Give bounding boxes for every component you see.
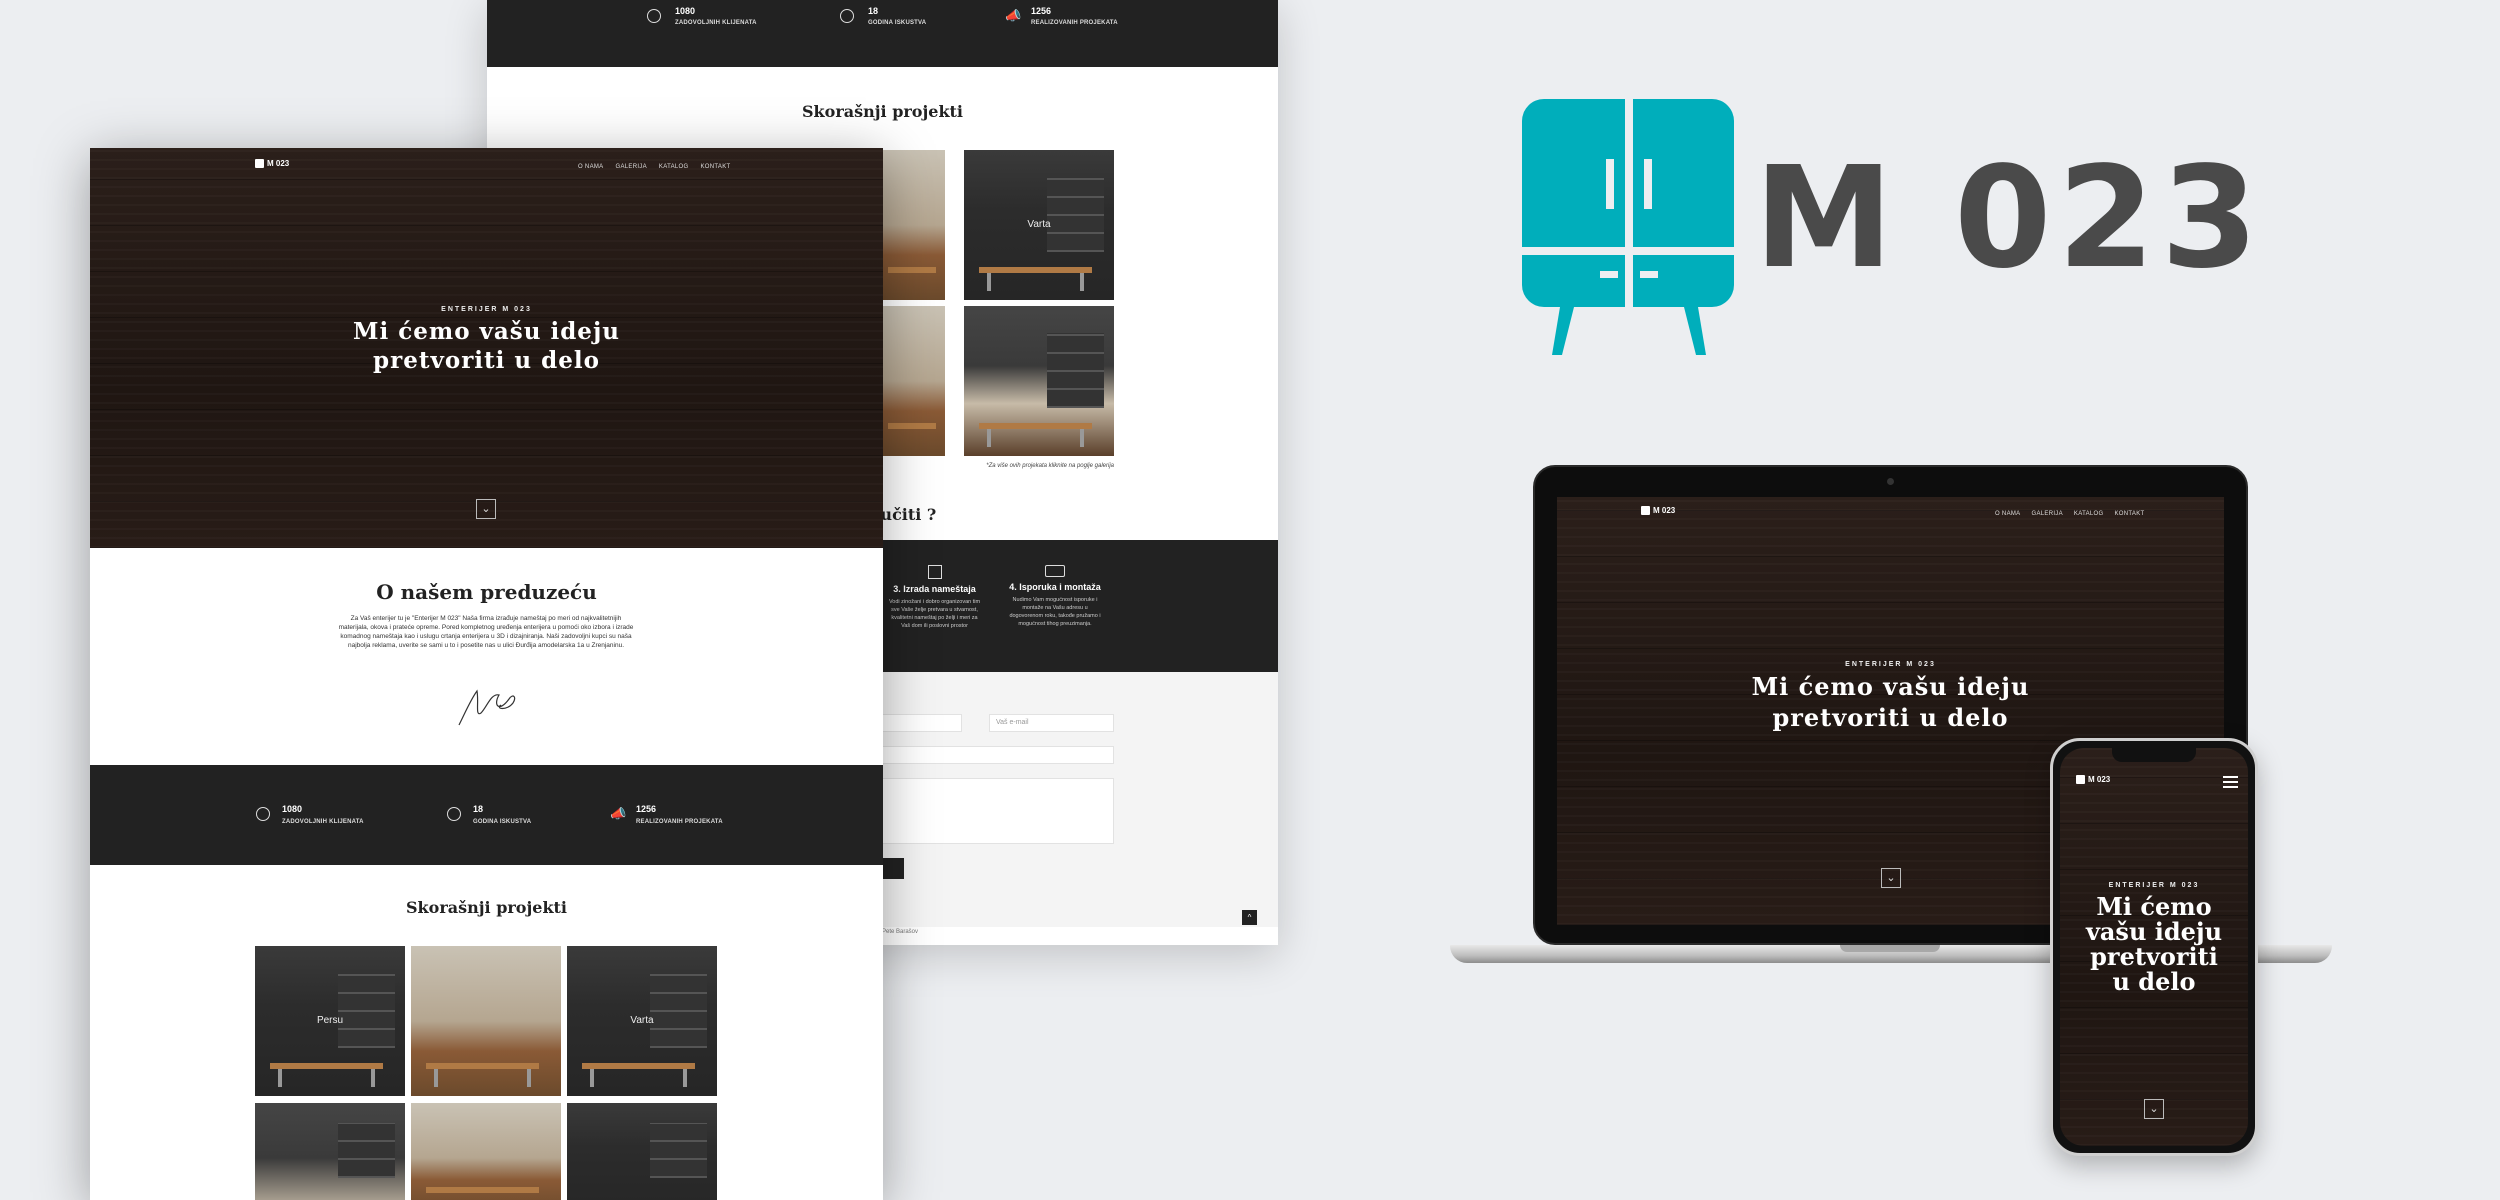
project-thumb[interactable] <box>411 946 561 1096</box>
nav-item-contact[interactable]: KONTAKT <box>2114 511 2144 517</box>
hero-eyebrow: ENTERIJER M 023 <box>2108 882 2200 889</box>
main-nav: O NAMA GALERIJA KATALOG KONTAKT <box>1995 511 2144 517</box>
project-thumb[interactable] <box>567 1103 717 1200</box>
logo-text: M 023 <box>267 159 290 168</box>
hero-title-line2: pretvoriti u delo <box>1772 703 2009 732</box>
camera-dot <box>1887 478 1894 485</box>
phone-notch <box>2112 748 2196 762</box>
hero-title-line3: pretvoriti <box>2090 942 2218 971</box>
nav-item-catalog[interactable]: KATALOG <box>2074 511 2104 517</box>
projects-title: Skorašnji projekti <box>406 898 567 917</box>
footer-credit: Pete Barašov <box>882 929 919 935</box>
project-thumb[interactable] <box>882 150 945 300</box>
order-step-4: 4. Isporuka i montaža Nudimo Vam mogućno… <box>1005 565 1105 628</box>
site-logo[interactable]: M 023 <box>2076 775 2110 784</box>
nav-item-about[interactable]: O NAMA <box>1995 511 2020 517</box>
project-caption: Varta <box>1027 219 1051 230</box>
order-step-3: 3. Izrada nameštaja Vodi zinožani i dobr… <box>887 565 982 630</box>
stat-label: ZADOVOLJNIH KLIJENATA <box>675 20 757 26</box>
name-input[interactable] <box>877 714 962 732</box>
nav-item-about[interactable]: O NAMA <box>578 164 603 170</box>
clock-icon <box>447 807 461 821</box>
phone-mockup: M 023 ENTERIJER M 023 Mi ćemo vašu ideju… <box>2050 738 2258 1156</box>
project-thumb[interactable]: Varta <box>567 946 717 1096</box>
signature-image <box>455 683 525 736</box>
stat-number: 1080 <box>282 804 303 814</box>
megaphone-icon: 📣 <box>610 806 627 821</box>
project-thumb[interactable]: Persu <box>255 946 405 1096</box>
wardrobe-logo-icon <box>1522 99 1734 355</box>
about-title: O našem preduzeću <box>376 580 597 604</box>
hero-eyebrow: ENTERIJER M 023 <box>441 306 532 313</box>
hero-section: M 023 O NAMA GALERIJA KATALOG KONTAKT EN… <box>90 148 883 548</box>
stats-band: 1080 ZADOVOLJNIH KLIJENATA 18 GODINA ISK… <box>487 0 1278 67</box>
stat-label: GODINA ISKUSTVA <box>473 819 532 825</box>
stat-number: 1256 <box>1031 6 1052 16</box>
email-input[interactable]: Vaš e-mail <box>989 714 1114 732</box>
hero-title-line1: Mi ćemo vašu ideju <box>353 318 620 345</box>
projects-title: Skorašnji projekti <box>802 102 963 121</box>
project-thumb[interactable] <box>411 1103 561 1200</box>
phone-screen: M 023 ENTERIJER M 023 Mi ćemo vašu ideju… <box>2060 748 2248 1146</box>
truck-icon <box>1045 565 1065 577</box>
project-thumb[interactable] <box>964 306 1114 456</box>
stat-number: 1256 <box>636 804 657 814</box>
hero-title-line4: u delo <box>2112 967 2196 996</box>
about-text: Za Vaš enterijer tu je "Enterijer M 023"… <box>338 615 634 649</box>
scroll-down-button[interactable]: ⌄ <box>2144 1099 2164 1119</box>
logo-text: M 023 <box>2088 775 2111 784</box>
wardrobe-logo-icon <box>1641 506 1650 515</box>
scroll-down-button[interactable]: ⌄ <box>476 499 496 519</box>
subject-input[interactable] <box>877 746 1114 764</box>
nav-item-gallery[interactable]: GALERIJA <box>615 164 646 170</box>
brand-logo: M 023 <box>1520 97 2320 359</box>
site-logo[interactable]: M 023 <box>1641 506 1675 515</box>
project-caption: Varta <box>630 1015 654 1026</box>
project-thumb[interactable]: Varta <box>964 150 1114 300</box>
stat-number: 1080 <box>675 6 696 16</box>
smiley-icon <box>647 9 661 23</box>
main-nav: O NAMA GALERIJA KATALOG KONTAKT <box>578 164 730 170</box>
hero-title-line2: vašu ideju <box>2085 917 2223 946</box>
furniture-icon <box>927 565 942 579</box>
stat-number: 18 <box>868 6 879 16</box>
message-textarea[interactable] <box>877 778 1114 844</box>
nav-item-contact[interactable]: KONTAKT <box>700 164 730 170</box>
nav-item-catalog[interactable]: KATALOG <box>659 164 689 170</box>
project-thumb[interactable] <box>255 1103 405 1200</box>
projects-note: *Za više ovih projekata kliknite na pogl… <box>986 463 1114 469</box>
laptop-notch <box>1840 945 1940 952</box>
stat-label: REALIZOVANIH PROJEKATA <box>1031 20 1118 26</box>
clock-icon <box>840 9 854 23</box>
site-logo[interactable]: M 023 <box>255 159 289 168</box>
scroll-down-button[interactable]: ⌄ <box>1881 868 1901 888</box>
hamburger-menu-icon[interactable] <box>2223 776 2238 788</box>
project-caption: Persu <box>316 1015 344 1026</box>
logo-text: M 023 <box>1754 137 2265 300</box>
step-title: 4. Isporuka i montaža <box>1009 582 1101 592</box>
hero-title-line1: Mi ćemo <box>2096 892 2212 921</box>
megaphone-icon: 📣 <box>1005 8 1022 23</box>
front-page-screenshot: M 023 O NAMA GALERIJA KATALOG KONTAKT EN… <box>90 148 883 1200</box>
project-thumb[interactable] <box>882 306 945 456</box>
stats-band: 1080 ZADOVOLJNIH KLIJENATA 18 GODINA ISK… <box>90 765 883 865</box>
smiley-icon <box>256 807 270 821</box>
stat-label: ZADOVOLJNIH KLIJENATA <box>282 819 364 825</box>
step-title: 3. Izrada nameštaja <box>893 584 976 594</box>
stat-label: REALIZOVANIH PROJEKATA <box>636 819 723 825</box>
scroll-top-button[interactable]: ^ <box>1242 910 1257 925</box>
step-text: Vodi zinožani i dobro organizovan tim sv… <box>888 599 981 629</box>
step-text: Nudimo Vam mogućnost isporuke i montaže … <box>1009 597 1101 627</box>
hero-eyebrow: ENTERIJER M 023 <box>1845 661 1936 668</box>
stat-number: 18 <box>473 804 484 814</box>
stat-label: GODINA ISKUSTVA <box>868 20 927 26</box>
wardrobe-logo-icon <box>255 159 264 168</box>
hero-title-line2: pretvoriti u delo <box>373 347 600 374</box>
hero-title-line1: Mi ćemo vašu ideju <box>1751 672 2030 701</box>
nav-item-gallery[interactable]: GALERIJA <box>2031 511 2062 517</box>
wardrobe-logo-icon <box>2076 775 2085 784</box>
logo-text: M 023 <box>1653 506 1676 515</box>
